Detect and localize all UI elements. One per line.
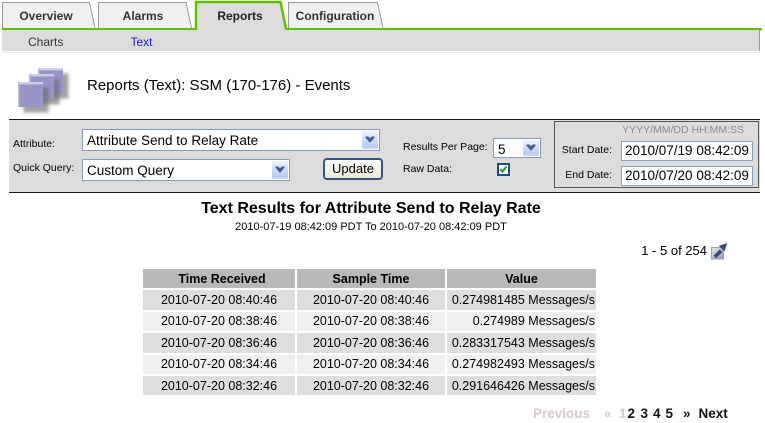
- svg-text:Overview: Overview: [19, 9, 73, 23]
- svg-text:Alarms: Alarms: [123, 9, 164, 23]
- svg-text:Configuration: Configuration: [296, 9, 375, 23]
- svg-text:Reports: Reports: [217, 9, 263, 23]
